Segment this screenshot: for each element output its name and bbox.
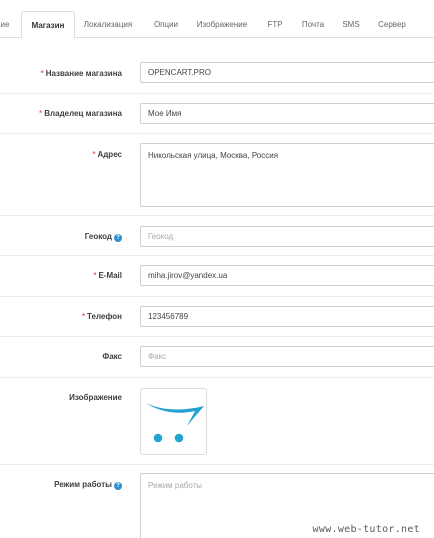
fax-label: Факс <box>102 352 122 361</box>
help-icon[interactable]: ? <box>114 482 122 490</box>
tab-localization[interactable]: Локализация <box>79 11 137 38</box>
geocode-label: Геокод? <box>85 232 122 242</box>
address-row: * Адрес Никольская улица, Москва, Россия <box>0 134 434 216</box>
opencart-cart-logo-icon <box>146 403 204 443</box>
required-marker: * <box>39 109 43 118</box>
owner-input[interactable]: Мое Имя <box>140 103 434 124</box>
tab-general[interactable]: ие <box>0 11 13 38</box>
store-name-row: * Название магазина OPENCART.PRO <box>0 52 434 94</box>
tab-options[interactable]: Опции <box>146 11 186 38</box>
required-marker: * <box>81 312 86 321</box>
required-marker: * <box>92 150 96 159</box>
geocode-row: Геокод? Геокод <box>0 216 434 256</box>
owner-label: * Владелец магазина <box>39 109 122 118</box>
required-marker: * <box>93 271 97 280</box>
store-image-thumbnail[interactable] <box>140 388 207 455</box>
tab-store[interactable]: Магазин <box>21 11 75 39</box>
tab-mail[interactable]: Почта <box>296 11 330 38</box>
email-label: * E-Mail <box>93 271 122 280</box>
email-input[interactable]: miha.jirov@yandex.ua <box>140 265 434 286</box>
address-label: * Адрес <box>92 150 122 159</box>
tab-image[interactable]: Изображение <box>193 11 251 38</box>
phone-row: * Телефон 123456789 <box>0 297 434 337</box>
help-icon[interactable]: ? <box>114 234 122 242</box>
geocode-input[interactable]: Геокод <box>140 226 434 247</box>
fax-row: Факс Факс <box>0 337 434 378</box>
phone-input[interactable]: 123456789 <box>140 306 434 327</box>
store-name-input[interactable]: OPENCART.PRO <box>140 62 434 83</box>
fax-input[interactable]: Факс <box>140 346 434 367</box>
phone-label: * Телефон <box>81 312 122 321</box>
site-watermark: www.web-tutor.net <box>310 524 422 535</box>
image-row: Изображение <box>0 378 434 465</box>
email-row: * E-Mail miha.jirov@yandex.ua <box>0 256 434 297</box>
settings-tabs: ие Магазин Локализация Опции Изображение… <box>0 0 434 39</box>
owner-row: * Владелец магазина Мое Имя <box>0 94 434 134</box>
tab-ftp[interactable]: FTP <box>260 11 290 38</box>
hours-label: Режим работы? <box>54 480 122 490</box>
address-textarea[interactable]: Никольская улица, Москва, Россия <box>140 143 434 207</box>
store-name-label: * Название магазина <box>40 69 122 78</box>
tab-server[interactable]: Сервер <box>372 11 412 38</box>
image-label: Изображение <box>69 393 122 402</box>
required-marker: * <box>40 69 44 78</box>
tab-sms[interactable]: SMS <box>337 11 365 38</box>
